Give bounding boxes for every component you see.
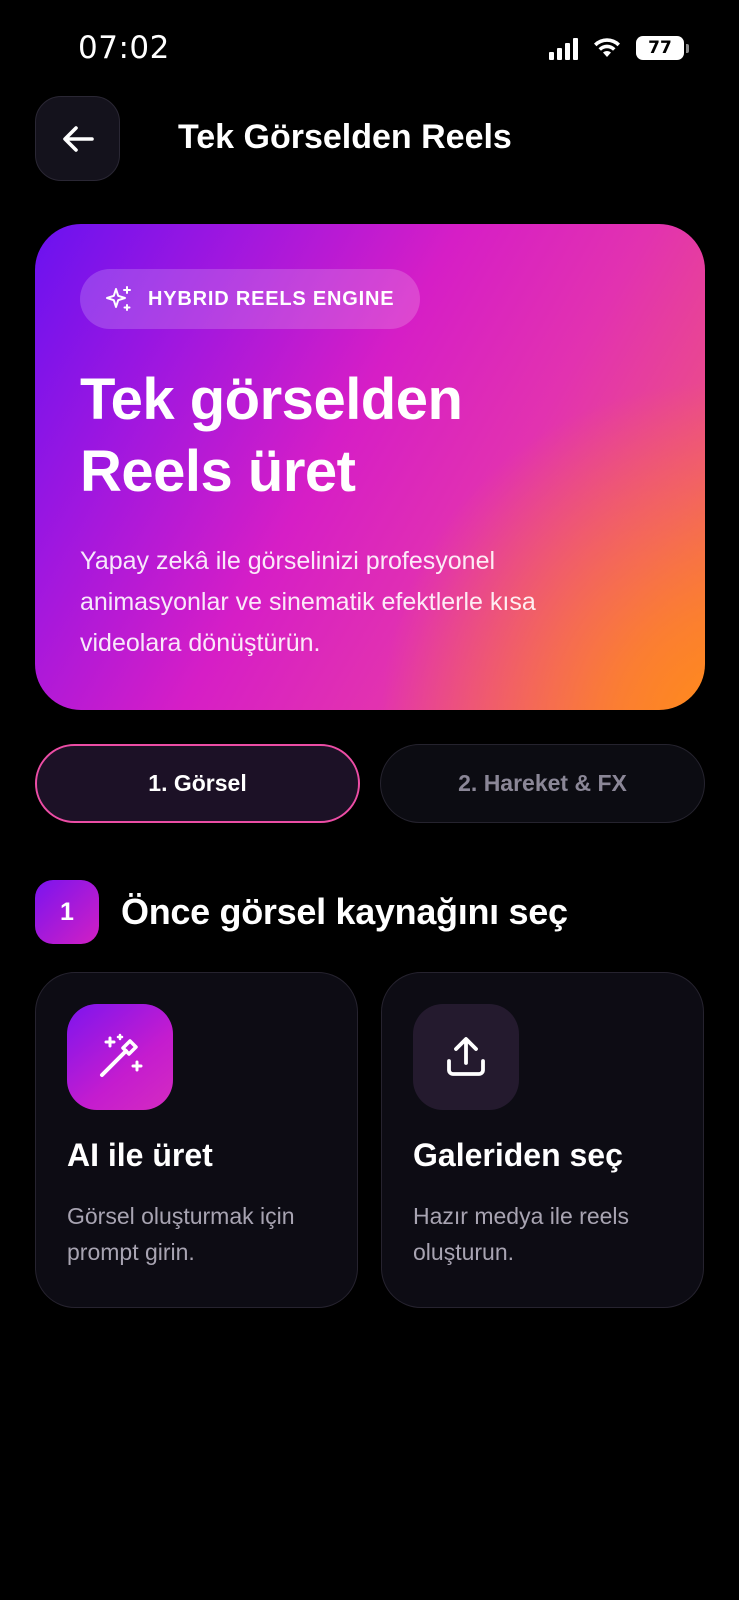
- hero-description: Yapay zekâ ile görselinizi profesyonel a…: [80, 547, 536, 657]
- ai-card-description: Görsel oluşturmak için prompt girin.: [67, 1203, 295, 1265]
- signal-icon: [549, 36, 578, 60]
- battery-icon: 77: [636, 36, 689, 60]
- section-header: 1 Önce görsel kaynağını seç: [35, 880, 568, 944]
- magic-wand-icon: [100, 1033, 143, 1077]
- wifi-icon: [592, 37, 622, 59]
- engine-badge: HYBRID REELS ENGINE: [80, 269, 421, 329]
- ai-icon-container: [67, 1004, 173, 1110]
- upload-icon: [447, 1037, 485, 1076]
- battery-level: 77: [636, 36, 684, 60]
- hero-card: HYBRID REELS ENGINE Tek görselden Reels …: [35, 224, 705, 710]
- hero-title-line2: Reels üret: [80, 439, 356, 504]
- arrow-left-icon: [62, 125, 94, 152]
- gallery-card-description: Hazır medya ile reels oluşturun.: [413, 1203, 630, 1265]
- page-title: Tek Görselden Reels: [178, 118, 512, 156]
- status-time: 07:02: [78, 30, 170, 66]
- gallery-icon-container: [413, 1004, 519, 1110]
- hero-title: Tek görselden Reels üret: [80, 364, 640, 508]
- back-button[interactable]: [35, 96, 120, 181]
- engine-badge-label: HYBRID REELS ENGINE: [148, 287, 395, 310]
- status-bar: 07:02 77: [0, 0, 739, 90]
- tab-step-motion-fx[interactable]: 2. Hareket & FX: [380, 744, 705, 823]
- status-icons: 77: [549, 36, 689, 60]
- gallery-select-card[interactable]: Galeriden seç Hazır medya ile reels oluş…: [381, 972, 704, 1308]
- tab-step-image[interactable]: 1. Görsel: [35, 744, 360, 823]
- section-title: Önce görsel kaynağını seç: [121, 891, 568, 932]
- step-number-badge: 1: [35, 880, 99, 944]
- sparkles-icon: [106, 286, 131, 311]
- ai-generate-card[interactable]: AI ile üret Görsel oluşturmak için promp…: [35, 972, 358, 1308]
- ai-card-title: AI ile üret: [67, 1137, 213, 1173]
- gallery-card-title: Galeriden seç: [413, 1137, 623, 1173]
- hero-title-line1: Tek görselden: [80, 367, 463, 432]
